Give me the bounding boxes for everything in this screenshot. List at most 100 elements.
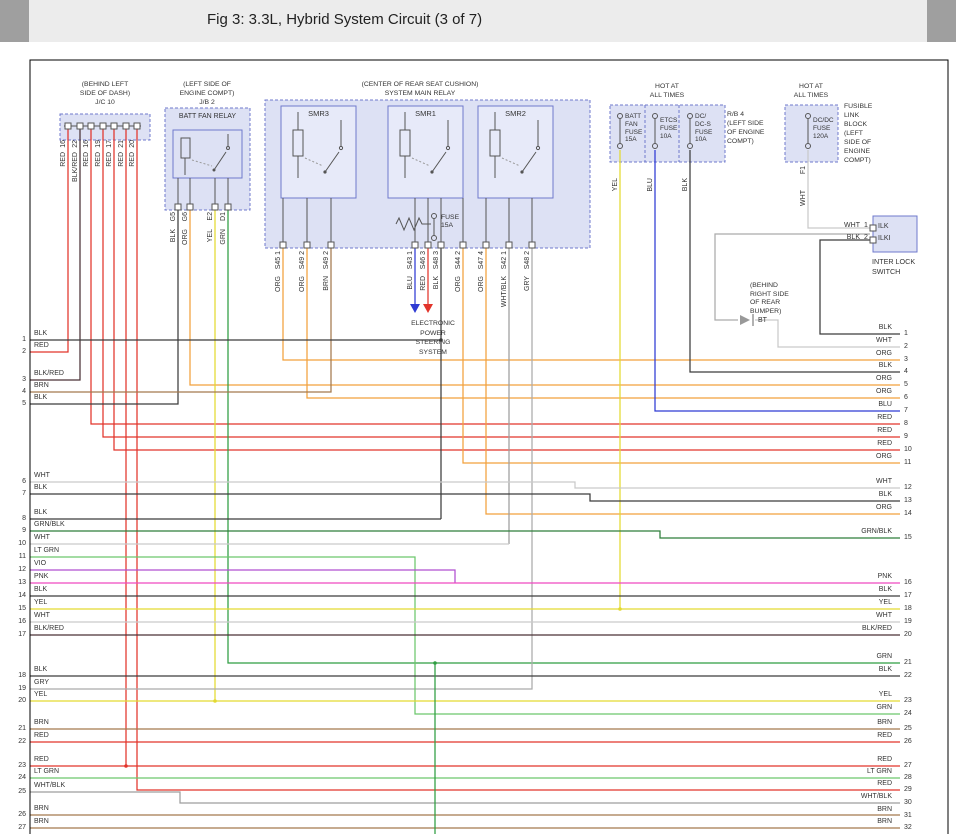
pin-box: [506, 242, 512, 248]
pin-box: [77, 123, 83, 129]
note-hot2-line: ALL TIMES: [774, 91, 848, 100]
note-fusible-link: FUSIBLELINKBLOCK(LEFTSIDE OFENGINECOMPT): [844, 102, 888, 165]
label-ilk-wire-color-line: WHT: [838, 221, 860, 231]
left-pin-wire-color: GRY: [34, 679, 49, 686]
note-fusible-link-line: LINK: [844, 111, 888, 120]
wire-color-label: ORG: [298, 276, 307, 292]
note-smr: (CENTER OF REAR SEAT CUSHION)SYSTEM MAIN…: [295, 80, 545, 98]
right-pin-number: 18: [904, 605, 926, 612]
left-pin-number: 12: [8, 566, 26, 573]
pin-box: [123, 123, 129, 129]
smr2-box: [478, 106, 553, 198]
diagram-canvas: (BEHIND LEFTSIDE OF DASH)J/C 10(LEFT SID…: [0, 42, 956, 834]
wire-color-label: WHT: [799, 190, 808, 206]
label-ilki-wire-color: BLK: [838, 233, 860, 243]
left-pin-number: 9: [8, 527, 26, 534]
wire-color-label: GRN: [219, 229, 228, 245]
pin-box: [425, 242, 431, 248]
left-pin-number: 22: [8, 738, 26, 745]
left-pin-number: 3: [8, 376, 26, 383]
label-ilki-line: ILKI: [878, 234, 908, 244]
right-pin-wire-color: GRN/BLK: [828, 528, 892, 535]
right-pin-number: 19: [904, 618, 926, 625]
left-pin-number: 8: [8, 515, 26, 522]
note-smr-line: (CENTER OF REAR SEAT CUSHION): [295, 80, 545, 89]
label-dcdcs-fuse-line: FUSE: [695, 129, 725, 137]
smr-pin-id: S43 1: [406, 251, 415, 269]
left-pin-number: 15: [8, 605, 26, 612]
wire-color-label: ORG: [477, 276, 486, 292]
pin-box: [483, 242, 489, 248]
right-pin-number: 24: [904, 710, 926, 717]
right-pin-number: 28: [904, 774, 926, 781]
right-pin-wire-color: WHT/BLK: [828, 793, 892, 800]
label-dcdc-fuse: DC/DCFUSE120A: [813, 117, 843, 140]
right-pin-wire-color: WHT: [828, 478, 892, 485]
smr-pin-id: S48 3: [432, 251, 441, 269]
note-jb2: (LEFT SIDE OFENGINE COMPT)J/B 2: [164, 80, 250, 107]
jc10-pin-number: 16: [59, 140, 68, 148]
right-pin-number: 23: [904, 697, 926, 704]
right-pin-wire-color: GRN: [828, 704, 892, 711]
right-pin-wire-color: BLK: [828, 586, 892, 593]
label-ilki-wire-color-line: BLK: [838, 233, 860, 243]
right-pin-number: 26: [904, 738, 926, 745]
left-pin-wire-color: WHT: [34, 612, 50, 619]
label-smr3: SMR3: [281, 109, 356, 119]
right-pin-number: 5: [904, 381, 926, 388]
left-pin-wire-color: RED: [34, 756, 49, 763]
down-arrow-icon: [423, 304, 433, 313]
right-pin-number: 30: [904, 799, 926, 806]
note-bumper-line: BUMPER): [750, 308, 808, 317]
left-pin-number: 6: [8, 478, 26, 485]
note-hot2: HOT ATALL TIMES: [774, 82, 848, 100]
right-pin-wire-color: BRN: [828, 806, 892, 813]
smr-pin-id: S45 1: [274, 251, 283, 269]
pin-box: [88, 123, 94, 129]
jb2-pin-id: G5: [169, 212, 178, 221]
right-pin-wire-color: ORG: [828, 504, 892, 511]
left-pin-wire-color: WHT: [34, 472, 50, 479]
smr1-box: [388, 106, 463, 198]
label-etcs-fuse: ETCSFUSE10A: [660, 117, 690, 140]
left-pin-wire-color: BLK: [34, 484, 47, 491]
right-pin-wire-color: ORG: [828, 375, 892, 382]
wire-blk: [820, 240, 900, 334]
wire-color-label: RED: [105, 152, 114, 167]
note-hot1-line: HOT AT: [630, 82, 704, 91]
wire-vio: [30, 570, 455, 583]
right-pin-number: 14: [904, 510, 926, 517]
wire-color-label: ORG: [181, 229, 190, 245]
left-pin-wire-color: RED: [34, 732, 49, 739]
label-dcdc-fuse-line: 120A: [813, 133, 843, 141]
pin-box: [529, 242, 535, 248]
right-pin-wire-color: WHT: [828, 612, 892, 619]
left-pin-number: 14: [8, 592, 26, 599]
pin-box: [438, 242, 444, 248]
right-pin-wire-color: RED: [828, 414, 892, 421]
pin-box: [212, 204, 218, 210]
junction-dot: [433, 661, 437, 665]
left-pin-number: 19: [8, 685, 26, 692]
label-etcs-fuse-line: 10A: [660, 133, 690, 141]
smr-pin-id: S49 2: [322, 251, 331, 269]
wire-color-label: RED: [82, 152, 91, 167]
note-rb4-line: (LEFT SIDE: [727, 119, 773, 128]
left-pin-wire-color: BLK: [34, 666, 47, 673]
wire-color-label: ORG: [454, 276, 463, 292]
wire-grn-blk: [30, 531, 900, 538]
bt-connector-icon: [740, 315, 750, 325]
left-pin-wire-color: LT GRN: [34, 547, 59, 554]
right-pin-wire-color: BLK: [828, 666, 892, 673]
wire-gry: [30, 248, 532, 689]
smr-pin-id: S48 2: [523, 251, 532, 269]
label-batt-fan-fuse: BATTFANFUSE15A: [625, 113, 655, 144]
right-pin-number: 3: [904, 356, 926, 363]
wire-color-label: RED: [117, 152, 126, 167]
pin-box: [65, 123, 71, 129]
note-bumper-line: (BEHIND: [750, 282, 808, 291]
pin-box: [187, 204, 193, 210]
left-pin-number: 1: [8, 336, 26, 343]
wire-color-label: BLU: [406, 276, 415, 290]
right-pin-wire-color: BLK: [828, 362, 892, 369]
